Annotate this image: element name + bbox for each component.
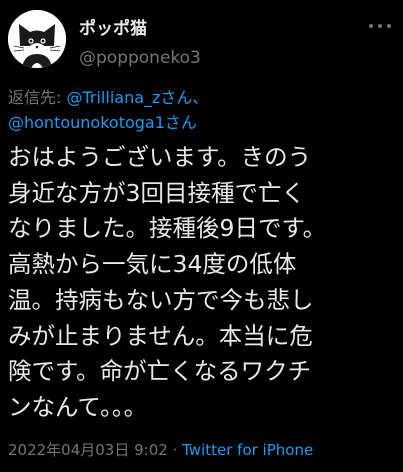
reply-mention-suffix: さん、 bbox=[160, 88, 209, 107]
cat-avatar-icon bbox=[8, 10, 66, 68]
meta-separator: · bbox=[167, 441, 183, 459]
reply-context: 返信先: @Trilliana_zさん、 @hontounokotoga1さん bbox=[8, 85, 398, 135]
tweet-source-link[interactable]: Twitter for iPhone bbox=[182, 441, 313, 459]
reply-prefix: 返信先: bbox=[8, 88, 67, 107]
tweet-text: おはようございます。きのう 身近な方が3回目接種で亡く なりました。接種後9日で… bbox=[8, 140, 400, 426]
tweet-text-line: ンなんて。。。 bbox=[8, 392, 148, 421]
author-handle[interactable]: @popponeko3 bbox=[79, 48, 201, 68]
tweet-text-line: 温。持病もない方で今も悲し bbox=[8, 285, 314, 314]
tweet: ポッポ猫 @popponeko3 返信先: @Trilliana_zさん、 @h… bbox=[0, 0, 403, 472]
more-dot bbox=[378, 24, 382, 28]
tweet-text-line: 身近な方が3回目接種で亡く bbox=[8, 178, 305, 207]
tweet-text-line: 険です。命が亡くなるワクチ bbox=[8, 357, 312, 386]
tweet-text-line: 高熱から一気に34度の低体 bbox=[8, 250, 297, 279]
tweet-timestamp[interactable]: 2022年04月03日 9:02 bbox=[8, 441, 168, 459]
more-options-icon[interactable] bbox=[369, 22, 391, 30]
tweet-meta: 2022年04月03日 9:02 · Twitter for iPhone bbox=[8, 439, 313, 460]
reply-mention-link[interactable]: @hontounokotoga1 bbox=[8, 113, 165, 132]
avatar[interactable] bbox=[8, 10, 66, 68]
tweet-text-line: みが止まりません。本当に危 bbox=[8, 321, 313, 350]
author-display-name[interactable]: ポッポ猫 bbox=[79, 14, 147, 39]
more-dot bbox=[387, 24, 391, 28]
more-dot bbox=[369, 24, 373, 28]
tweet-text-line: おはようございます。きのう bbox=[8, 143, 312, 171]
reply-mention-suffix: さん bbox=[164, 113, 197, 132]
tweet-text-line: なりました。接種後9日です。 bbox=[8, 214, 327, 243]
reply-mention-link[interactable]: @Trilliana_z bbox=[66, 88, 160, 107]
